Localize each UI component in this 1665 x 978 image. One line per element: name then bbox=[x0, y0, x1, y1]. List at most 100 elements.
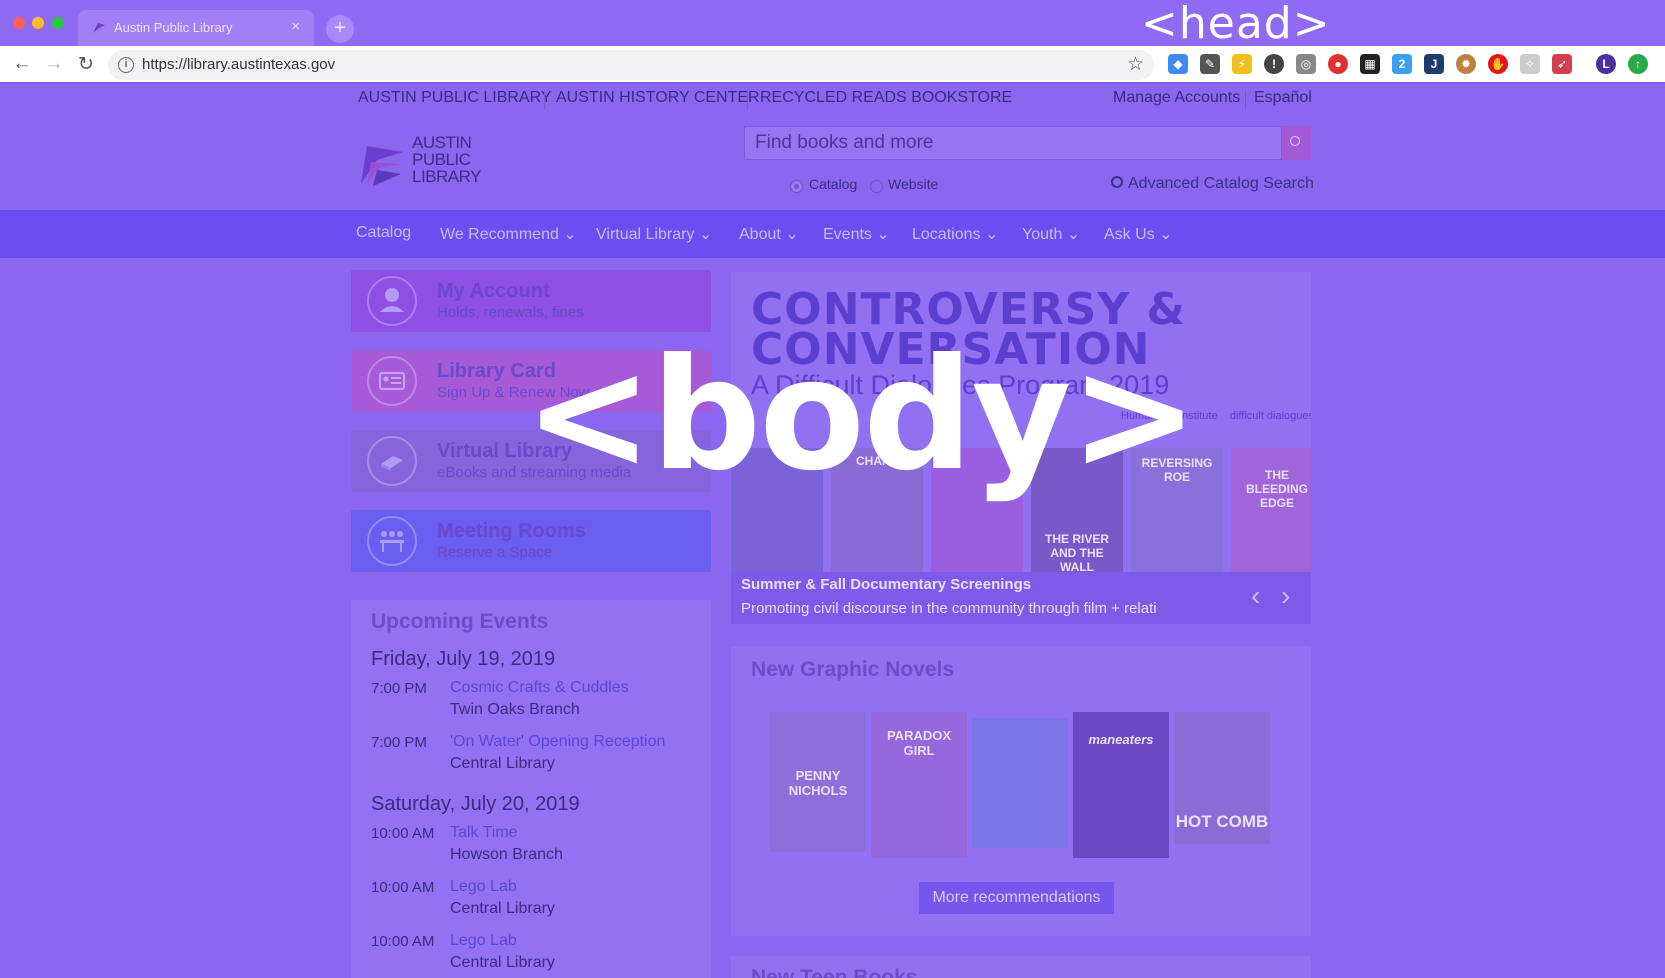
profile-avatar[interactable]: L bbox=[1596, 54, 1616, 74]
book-cover[interactable]: maneaters bbox=[1073, 712, 1169, 858]
cover-title: HOT COMB bbox=[1175, 812, 1269, 831]
back-icon[interactable]: ← bbox=[10, 53, 34, 75]
red-extension-icon[interactable]: ● bbox=[1328, 54, 1348, 74]
tile-my-account[interactable]: My Account Holds, renewals, fines bbox=[351, 270, 711, 332]
util-divider bbox=[747, 90, 748, 110]
qr-code-extension-icon[interactable]: ▦ bbox=[1360, 54, 1380, 74]
radio-catalog-label[interactable]: Catalog bbox=[809, 176, 857, 192]
bookmark-star-icon[interactable]: ☆ bbox=[1127, 53, 1144, 76]
logo-book-icon bbox=[361, 146, 403, 186]
event-link[interactable]: Talk Time bbox=[450, 824, 518, 842]
chevron-down-icon: ⌄ bbox=[785, 226, 799, 243]
tile-meeting-rooms[interactable]: Meeting Rooms Reserve a Space bbox=[351, 510, 711, 572]
ghost-extension-icon[interactable]: 2 bbox=[1392, 54, 1412, 74]
tile-title: Meeting Rooms bbox=[437, 520, 586, 542]
util-link-espanol[interactable]: Español bbox=[1254, 89, 1312, 107]
close-window-button[interactable] bbox=[13, 17, 25, 29]
nav-item-locations[interactable]: Locations ⌄ bbox=[912, 224, 998, 244]
event-location: Howson Branch bbox=[450, 846, 563, 863]
nav-item-ask-us[interactable]: Ask Us ⌄ bbox=[1104, 224, 1173, 244]
carousel-caption: Summer & Fall Documentary Screenings Pro… bbox=[731, 572, 1311, 624]
site-info-icon[interactable]: i bbox=[118, 57, 134, 73]
cover-title: PARADOX GIRL bbox=[886, 728, 952, 758]
settings-extension-icon[interactable]: ◎ bbox=[1296, 54, 1316, 74]
reload-icon[interactable]: ↻ bbox=[74, 53, 98, 76]
rocket-extension-icon[interactable]: ➶ bbox=[1552, 54, 1572, 74]
event-time: 10:00 AM bbox=[371, 825, 435, 842]
tab-close-icon[interactable]: × bbox=[291, 18, 300, 35]
util-link-manage-accounts[interactable]: Manage Accounts bbox=[1113, 89, 1240, 107]
web-page: AUSTIN PUBLIC LIBRARY AUSTIN HISTORY CEN… bbox=[0, 84, 1665, 978]
chevron-down-icon: ⌄ bbox=[698, 226, 713, 243]
minimize-window-button[interactable] bbox=[32, 17, 44, 29]
browser-tab[interactable]: Austin Public Library × bbox=[78, 10, 314, 46]
library-logo[interactable]: AUSTIN PUBLIC LIBRARY bbox=[357, 134, 481, 194]
event-location: Central Library bbox=[450, 900, 555, 917]
grid-extension-icon[interactable]: ✧ bbox=[1520, 54, 1540, 74]
magnifier-icon bbox=[1111, 176, 1123, 188]
logo-line: AUSTIN bbox=[412, 133, 472, 152]
nav-item-about[interactable]: About ⌄ bbox=[739, 224, 799, 244]
radio-website[interactable] bbox=[870, 180, 883, 193]
radio-website-label[interactable]: Website bbox=[888, 176, 938, 192]
chevron-left-icon[interactable]: ‹ bbox=[1251, 580, 1260, 612]
nav-item-virtual-library[interactable]: Virtual Library ⌄ bbox=[596, 224, 712, 244]
util-link-austin-history-center[interactable]: AUSTIN HISTORY CENTER bbox=[556, 89, 760, 107]
event-time: 7:00 PM bbox=[371, 734, 427, 751]
nav-item-catalog[interactable]: Catalog bbox=[356, 224, 411, 242]
url-text[interactable]: https://library.austintexas.gov bbox=[142, 56, 335, 73]
more-recommendations-button[interactable]: More recommendations bbox=[919, 882, 1114, 914]
radio-catalog[interactable] bbox=[790, 180, 803, 193]
j-extension-icon[interactable]: J bbox=[1424, 54, 1444, 74]
graphic-novels-heading: New Graphic Novels bbox=[751, 658, 955, 681]
nav-item-events[interactable]: Events ⌄ bbox=[823, 224, 890, 244]
address-bar[interactable]: i https://library.austintexas.gov ☆ bbox=[108, 50, 1154, 80]
tab-title: Austin Public Library bbox=[114, 20, 233, 35]
id-card-icon bbox=[367, 356, 417, 406]
utility-nav: AUSTIN PUBLIC LIBRARY AUSTIN HISTORY CEN… bbox=[0, 84, 1665, 116]
gear-extension-icon[interactable]: ✹ bbox=[1456, 54, 1476, 74]
chevron-down-icon: ⌄ bbox=[1159, 226, 1173, 243]
event-link[interactable]: Lego Lab bbox=[450, 878, 517, 896]
nav-item-youth[interactable]: Youth ⌄ bbox=[1022, 224, 1080, 244]
event-location: Central Library bbox=[450, 755, 555, 772]
extension-badge: 2 bbox=[1398, 57, 1406, 71]
eyedropper-extension-icon[interactable]: ✎ bbox=[1200, 54, 1220, 74]
zoom-window-button[interactable] bbox=[52, 17, 64, 29]
dropbox-extension-icon[interactable]: ◆ bbox=[1168, 54, 1188, 74]
forward-icon[interactable]: → bbox=[42, 53, 66, 75]
catalog-search-input[interactable] bbox=[745, 127, 1283, 159]
book-cover[interactable]: HOT COMB bbox=[1174, 712, 1270, 844]
teen-books-heading: New Teen Books bbox=[751, 966, 918, 978]
event-link[interactable]: Cosmic Crafts & Cuddles bbox=[450, 679, 629, 697]
nav-label: Virtual Library bbox=[596, 226, 695, 243]
lightning-extension-icon[interactable]: ⚡ bbox=[1232, 54, 1252, 74]
util-link-recycled-reads[interactable]: RECYCLED READS BOOKSTORE bbox=[760, 89, 1012, 107]
nav-label: Youth bbox=[1022, 226, 1063, 243]
update-icon[interactable]: ↑ bbox=[1628, 54, 1648, 74]
book-cover[interactable] bbox=[972, 718, 1068, 848]
search-icon bbox=[1290, 136, 1300, 146]
book-cover[interactable]: PENNY NICHOLS bbox=[770, 712, 866, 852]
chevron-right-icon[interactable]: › bbox=[1281, 580, 1290, 612]
info-extension-icon[interactable]: ! bbox=[1264, 54, 1284, 74]
caption-title[interactable]: Summer & Fall Documentary Screenings bbox=[741, 576, 1031, 593]
block-extension-icon[interactable]: ✋ bbox=[1488, 54, 1508, 74]
event-time: 10:00 AM bbox=[371, 879, 435, 896]
event-location: Twin Oaks Branch bbox=[450, 701, 580, 718]
events-heading: Upcoming Events bbox=[371, 610, 549, 633]
poster-title: THE BLEEDING EDGE bbox=[1245, 468, 1308, 510]
book-cover[interactable]: PARADOX GIRL bbox=[871, 712, 967, 858]
event-link[interactable]: Lego Lab bbox=[450, 932, 517, 950]
new-teen-books-panel: New Teen Books bbox=[731, 956, 1311, 978]
head-overlay-label: <head> bbox=[1141, 0, 1331, 49]
cover-title: PENNY NICHOLS bbox=[788, 768, 848, 798]
search-submit-button[interactable] bbox=[1282, 126, 1311, 160]
util-link-austin-public-library[interactable]: AUSTIN PUBLIC LIBRARY bbox=[358, 89, 552, 107]
nav-item-we-recommend[interactable]: We Recommend ⌄ bbox=[440, 224, 577, 244]
new-tab-button[interactable]: + bbox=[326, 15, 354, 43]
logo-line: PUBLIC bbox=[412, 150, 471, 169]
logo-wordmark: AUSTIN PUBLIC LIBRARY bbox=[412, 134, 481, 185]
event-link[interactable]: 'On Water' Opening Reception bbox=[450, 733, 665, 751]
advanced-catalog-search-link[interactable]: Advanced Catalog Search bbox=[1111, 175, 1314, 193]
